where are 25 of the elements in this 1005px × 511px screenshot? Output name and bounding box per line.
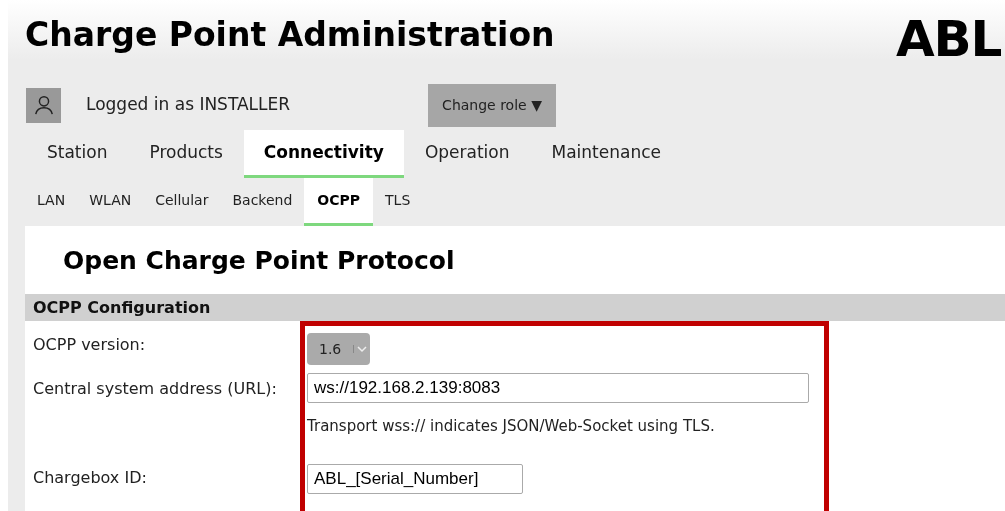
nav-tab[interactable]: Operation <box>403 130 531 178</box>
field-label: Chargebox ID: <box>32 466 148 489</box>
version-dropdown[interactable]: 1.6 <box>307 333 371 365</box>
sub-tab[interactable]: LAN <box>25 178 78 226</box>
user-icon <box>26 87 61 123</box>
nav-tab[interactable]: Products <box>128 130 244 178</box>
chargebox-id-input[interactable]: ABL_[Serial_Number] <box>307 463 523 494</box>
field-label: OCPP version: <box>32 334 147 356</box>
nav-tab[interactable]: Station <box>26 130 129 178</box>
change-role-button[interactable]: Change role ▼ <box>428 83 556 127</box>
field-label: Central system address (URL): <box>32 378 278 400</box>
sub-tab[interactable]: Backend <box>220 178 305 226</box>
sub-tab[interactable]: TLS <box>373 178 423 226</box>
sub-tab[interactable]: OCPP <box>304 178 374 226</box>
hint-text: Transport wss:// indicates JSON/Web-Socket using TLS. <box>307 416 716 437</box>
logo: ABL <box>896 14 1001 64</box>
login-status: Logged in as INSTALLER <box>86 93 291 117</box>
nav-tab[interactable]: Maintenance <box>530 130 682 178</box>
page-title: Charge Point Administration <box>25 18 555 51</box>
url-input[interactable]: ws://192.168.2.139:8083 <box>307 373 809 403</box>
sub-tab[interactable]: Cellular <box>143 178 221 226</box>
sub-tab[interactable]: WLAN <box>77 178 144 226</box>
nav-tab[interactable]: Connectivity <box>243 130 404 178</box>
section-header-bar: OCPP Configuration <box>25 294 1005 321</box>
section-heading: Open Charge Point Protocol <box>63 246 455 275</box>
